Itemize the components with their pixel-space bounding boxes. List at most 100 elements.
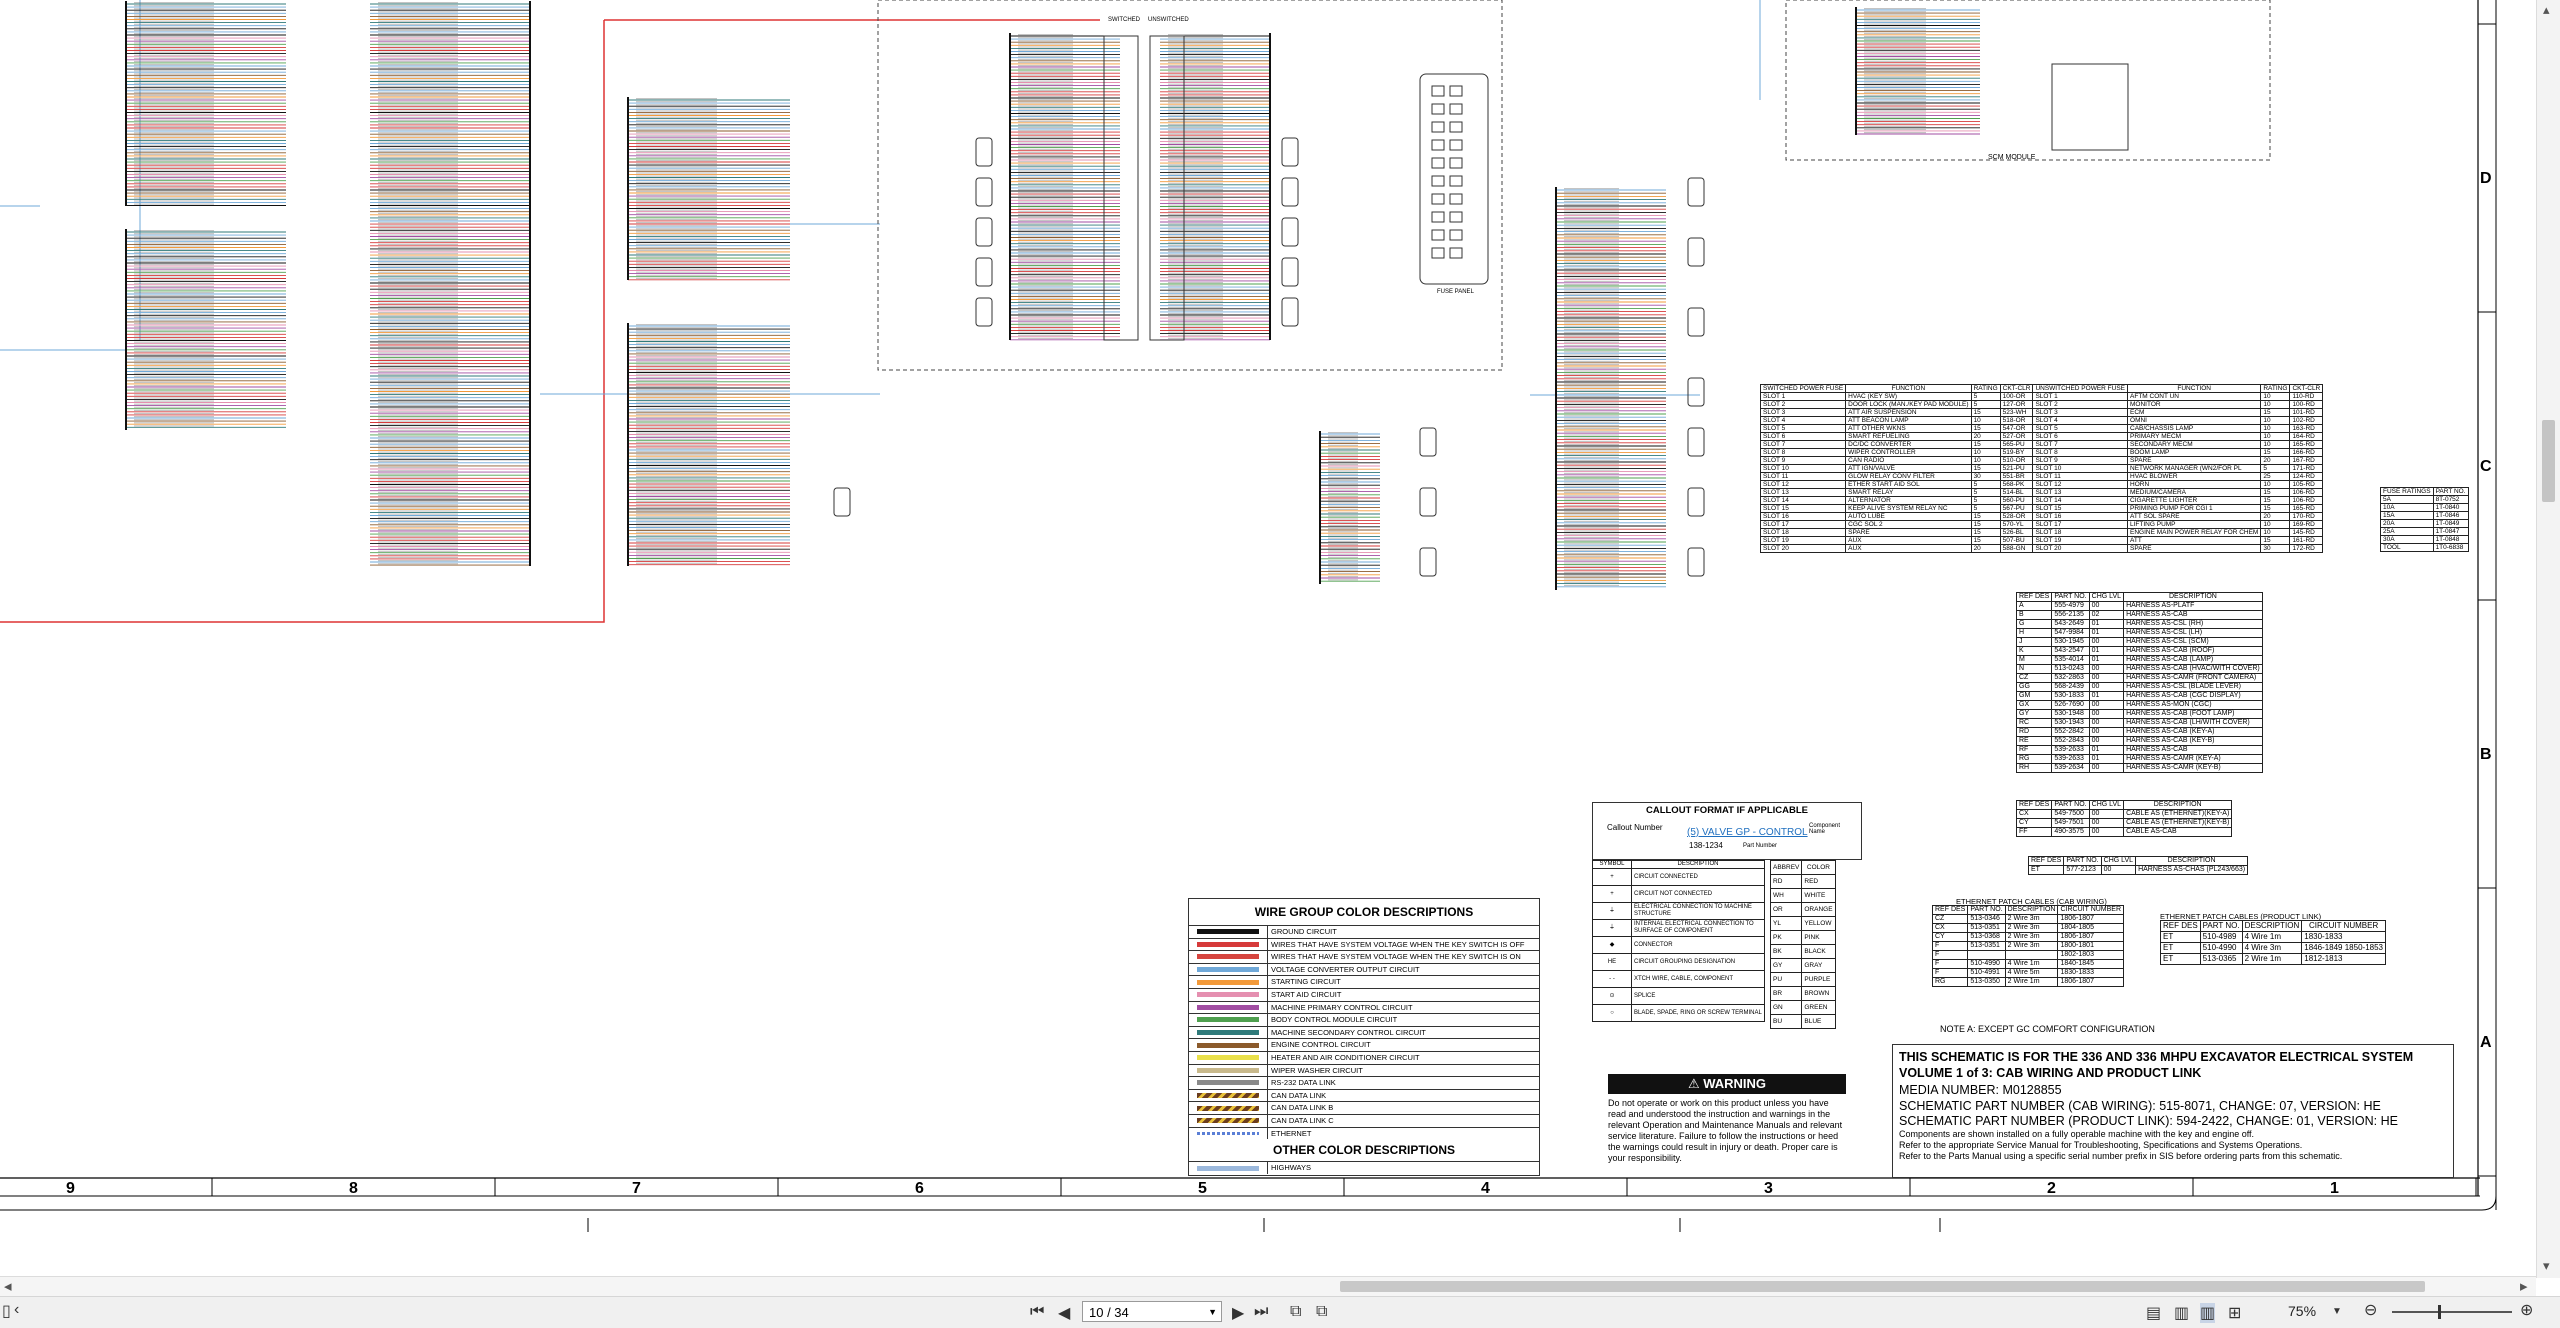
- table-cell: 1840-1845: [2057, 959, 2125, 969]
- forward-view-icon[interactable]: ⧉: [1316, 1303, 1327, 1321]
- table-cell: 5: [1970, 400, 2001, 409]
- table-cell: 20: [1970, 432, 2001, 441]
- table-cell: TOOL: [2380, 543, 2434, 552]
- zoom-out-icon[interactable]: ⊖: [2364, 1300, 2377, 1320]
- table-row: CY 549-7501 00 CABLE AS (ETHERNET)(KEY-B): [2015, 818, 2233, 828]
- zone-label: 3: [1764, 1180, 1773, 1197]
- back-view-icon[interactable]: ⧉: [1290, 1303, 1301, 1321]
- table-cell: AUTO LUBE: [1845, 512, 1972, 521]
- table-header: PART NO.: [1967, 905, 2006, 915]
- table-cell: 547-OR: [1999, 424, 2034, 433]
- zoom-slider[interactable]: [2392, 1305, 2512, 1319]
- wire-color-swatch: [1197, 1165, 1259, 1171]
- first-page-icon[interactable]: ⏮: [1030, 1303, 1044, 1321]
- two-continuous-icon[interactable]: ⊞: [2228, 1303, 2241, 1323]
- table-cell: 551-BR: [1999, 472, 2034, 481]
- table-header: CHG LVL: [2088, 800, 2125, 810]
- zoom-level[interactable]: 75%: [2288, 1303, 2316, 1319]
- zoom-slider-knob[interactable]: [2438, 1305, 2441, 1319]
- table-row: BR BROWN: [1769, 986, 1836, 1001]
- table-cell: SLOT 1: [2032, 392, 2129, 401]
- table-cell: 4 Wire 3m: [2241, 942, 2303, 954]
- zone-label: A: [2480, 1034, 2492, 1051]
- title-note-2: Refer to the appropriate Service Manual …: [1899, 1140, 2303, 1150]
- table-header: CKT-CLR: [2289, 384, 2324, 393]
- collapse-left-icon[interactable]: ‹: [14, 1301, 19, 1319]
- next-page-icon[interactable]: ▶: [1232, 1303, 1244, 1323]
- continuous-icon[interactable]: ▥: [2174, 1303, 2189, 1323]
- wire-group-row: MACHINE SECONDARY CONTROL CIRCUIT: [1189, 1025, 1539, 1039]
- scroll-up-icon[interactable]: ▴: [2543, 2, 2550, 18]
- two-page-icon[interactable]: ▥: [2200, 1303, 2216, 1323]
- scroll-left-icon[interactable]: ◂: [4, 1277, 12, 1295]
- table-cell: ECM: [2127, 408, 2262, 417]
- horizontal-scroll-thumb[interactable]: [1340, 1281, 2425, 1292]
- table-cell: PURPLE: [1801, 972, 1836, 987]
- table-cell: 124-RD: [2289, 472, 2324, 481]
- page-number-input[interactable]: 10 / 34 ▼: [1082, 1301, 1222, 1322]
- table-cell: 10: [1970, 416, 2001, 425]
- single-page-icon[interactable]: ▤: [2146, 1303, 2161, 1323]
- wire-color-label: MACHINE PRIMARY CONTROL CIRCUIT: [1267, 1001, 1413, 1014]
- horizontal-scrollbar[interactable]: ◂ ▸: [0, 1276, 2536, 1297]
- table-row: 20A 1T-0849: [2380, 519, 2469, 528]
- prev-page-icon[interactable]: ◀: [1058, 1303, 1070, 1323]
- table-cell: RG: [2015, 754, 2053, 764]
- table-cell: ATT: [2127, 536, 2262, 545]
- callout-part-label: Part Number: [1743, 843, 1778, 849]
- table-cell: SLOT 14: [1759, 496, 1847, 505]
- wire-group-row: CAN DATA LINK B: [1189, 1101, 1539, 1114]
- table-row: 30A 1T-0848: [2380, 535, 2469, 544]
- table-cell: 30A: [2380, 535, 2434, 544]
- table-cell: 30: [2260, 544, 2291, 553]
- table-cell: ET: [2160, 953, 2201, 965]
- table-cell: 01: [2088, 655, 2125, 665]
- symbol-description: CIRCUIT NOT CONNECTED: [1631, 885, 1765, 903]
- table-cell: 15: [1970, 408, 2001, 417]
- table-header: REF DES: [2027, 856, 2065, 866]
- table-cell: 5: [1970, 480, 2001, 489]
- table-header: DESCRIPTION: [2123, 800, 2233, 810]
- media-number: MEDIA NUMBER: M0128855: [1899, 1083, 2062, 1097]
- table-row: CZ 513-0346 2 Wire 3m 1806-1807: [1931, 914, 2125, 924]
- table-cell: CABLE AS (ETHERNET)(KEY-B): [2123, 818, 2233, 828]
- last-page-icon[interactable]: ⏭: [1254, 1303, 1268, 1321]
- vertical-scrollbar[interactable]: ▴ ▾: [2536, 0, 2560, 1278]
- zoom-in-icon[interactable]: ⊕: [2520, 1300, 2533, 1320]
- wire-color-label: MACHINE SECONDARY CONTROL CIRCUIT: [1267, 1026, 1426, 1039]
- table-cell: F: [1931, 950, 1969, 960]
- table-cell: DC/DC CONVERTER: [1845, 440, 1972, 449]
- table-row: SLOT 10 ATT IGN/VALVE 15 521-PU SLOT 10 NETWO…: [1759, 464, 2324, 473]
- table-row: RH 539-2634 00 HARNESS AS-CAMR (KEY-B): [2015, 763, 2263, 773]
- table-header: PART NO.: [2432, 487, 2469, 496]
- table-header: DESCRIPTION: [2123, 592, 2263, 602]
- table-cell: SLOT 12: [2032, 480, 2129, 489]
- table-row: 10A 1T-0840: [2380, 503, 2469, 512]
- table-header: RATING: [1970, 384, 2001, 393]
- scroll-down-icon[interactable]: ▾: [2543, 1258, 2550, 1274]
- panel-toggle-icon[interactable]: ▯: [2, 1301, 11, 1321]
- table-cell: 513-0346: [1967, 914, 2006, 924]
- scroll-right-icon[interactable]: ▸: [2520, 1277, 2528, 1295]
- table-cell: ATT OTHER WKNS: [1845, 424, 1972, 433]
- table-cell: 1804-1805: [2057, 923, 2125, 933]
- table-cell: F: [1931, 941, 1969, 951]
- table-cell: CIGARETTE LIGHTER: [2127, 496, 2262, 505]
- wire-group-row: WIPER WASHER CIRCUIT: [1189, 1063, 1539, 1077]
- zone-label: 6: [915, 1180, 924, 1197]
- table-cell: 549-7501: [2051, 818, 2090, 828]
- symbol-description: CONNECTOR: [1631, 936, 1765, 954]
- table-cell: 00: [2088, 727, 2125, 737]
- chevron-down-icon[interactable]: ▼: [1208, 1302, 1217, 1323]
- vertical-scroll-thumb[interactable]: [2542, 420, 2555, 502]
- table-cell: 513-0243: [2051, 664, 2090, 674]
- table-row: SLOT 12 ETHER START AID SOL 5 568-PK SLOT 12…: [1759, 480, 2324, 489]
- table-cell: 15: [2260, 488, 2291, 497]
- table-cell: 10: [2260, 416, 2291, 425]
- table-cell: 510-OR: [1999, 456, 2034, 465]
- ethernet-pl-table: REF DES PART NO. DESCRIPTION CIRCUIT NUMBER…: [2160, 920, 2386, 965]
- zoom-dropdown-icon[interactable]: ▼: [2332, 1306, 2342, 1317]
- table-cell: CZ: [2015, 673, 2053, 683]
- table-cell: CY: [1931, 932, 1969, 942]
- document-viewport[interactable]: 987654321 DCBA FUSE PANEL SCM MODULE SWI…: [0, 0, 2536, 1278]
